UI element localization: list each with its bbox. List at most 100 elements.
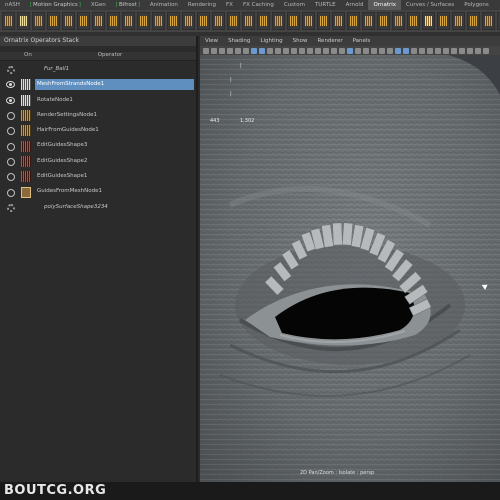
shelf-tab[interactable]: Polygons	[459, 0, 493, 10]
shelf-tool-button[interactable]	[482, 12, 495, 30]
viewport-tool-icon[interactable]	[419, 47, 425, 54]
viewport-tool-icon[interactable]	[451, 47, 457, 54]
viewport-tool-icon[interactable]	[283, 47, 289, 54]
viewport-menu-item[interactable]: View	[200, 38, 223, 44]
viewport-tool-icon[interactable]	[459, 47, 465, 54]
operator-row[interactable]: MeshFromStrandsNode1	[0, 77, 196, 92]
shelf-tool-button[interactable]	[47, 12, 60, 30]
viewport-tool-icon[interactable]	[363, 47, 369, 54]
shelf-tool-button[interactable]	[257, 12, 270, 30]
shelf-tab[interactable]: Animation	[145, 0, 183, 10]
shelf-tool-button[interactable]	[17, 12, 30, 30]
operator-toggle[interactable]	[0, 108, 20, 123]
viewport-tool-icon[interactable]	[331, 47, 337, 54]
shelf-tab[interactable]: TURTLE	[310, 0, 341, 10]
shelf-tab[interactable]: Rendering	[183, 0, 221, 10]
shelf-tool-button[interactable]	[212, 12, 225, 30]
viewport-tool-icon[interactable]	[219, 47, 225, 54]
shelf-tab[interactable]: Bifrost	[111, 0, 145, 10]
shelf-tool-button[interactable]	[407, 12, 420, 30]
viewport-tool-icon[interactable]	[411, 47, 417, 54]
operator-row[interactable]: polySurfaceShape3234	[0, 200, 196, 215]
shelf-tool-button[interactable]	[167, 12, 180, 30]
shelf-tool-button[interactable]	[197, 12, 210, 30]
shelf-tool-button[interactable]	[272, 12, 285, 30]
shelf-tool-button[interactable]	[182, 12, 195, 30]
shelf-tab[interactable]: XGen	[86, 0, 111, 10]
viewport-tool-icon[interactable]	[347, 47, 353, 54]
shelf-tool-button[interactable]	[452, 12, 465, 30]
viewport-tool-icon[interactable]	[443, 47, 449, 54]
viewport-menu-item[interactable]: Shading	[223, 38, 255, 44]
operator-row[interactable]: Fur_Ball1	[0, 62, 196, 77]
operator-toggle[interactable]	[0, 77, 20, 92]
operator-row[interactable]: HairFromGuidesNode1	[0, 123, 196, 138]
shelf-tab[interactable]: Custom	[279, 0, 310, 10]
shelf-tool-button[interactable]	[287, 12, 300, 30]
viewport-tool-icon[interactable]	[475, 47, 481, 54]
viewport-tool-icon[interactable]	[251, 47, 257, 54]
operator-toggle[interactable]	[0, 62, 20, 77]
viewport-tool-icon[interactable]	[403, 47, 409, 54]
shelf-tool-button[interactable]	[242, 12, 255, 30]
operator-toggle[interactable]	[0, 139, 20, 154]
shelf-tab[interactable]: FX Caching	[238, 0, 279, 10]
shelf-tool-button[interactable]	[362, 12, 375, 30]
shelf-tool-button[interactable]	[2, 12, 15, 30]
viewport-tool-icon[interactable]	[259, 47, 265, 54]
viewport-tool-icon[interactable]	[211, 47, 217, 54]
viewport-tool-icon[interactable]	[395, 47, 401, 54]
operator-toggle[interactable]	[0, 93, 20, 108]
viewport-tool-icon[interactable]	[427, 47, 433, 54]
shelf-tool-button[interactable]	[422, 12, 435, 30]
operator-row[interactable]: EditGuidesShape2	[0, 154, 196, 169]
shelf-tool-button[interactable]	[152, 12, 165, 30]
viewport-tool-icon[interactable]	[379, 47, 385, 54]
operator-toggle[interactable]	[0, 200, 20, 215]
viewport-menu-item[interactable]: Show	[288, 38, 313, 44]
shelf-tool-button[interactable]	[107, 12, 120, 30]
viewport-tool-icon[interactable]	[235, 47, 241, 54]
shelf-tab[interactable]: Ornatrix	[368, 0, 402, 10]
viewport-tool-icon[interactable]	[483, 47, 489, 54]
viewport-tool-icon[interactable]	[203, 47, 209, 54]
viewport-tool-icon[interactable]	[291, 47, 297, 54]
shelf-tool-button[interactable]	[92, 12, 105, 30]
viewport-tool-icon[interactable]	[339, 47, 345, 54]
shelf-tool-button[interactable]	[137, 12, 150, 30]
viewport-tool-icon[interactable]	[243, 47, 249, 54]
shelf-tool-button[interactable]	[347, 12, 360, 30]
viewport-tool-icon[interactable]	[387, 47, 393, 54]
viewport-tool-icon[interactable]	[323, 47, 329, 54]
shelf-tool-button[interactable]	[317, 12, 330, 30]
operator-row[interactable]: RenderSettingsNode1	[0, 108, 196, 123]
viewport[interactable]: | | | 443 1,302 2D Pan/Zoom : Isolate : …	[200, 55, 500, 482]
operator-row[interactable]: RotateNode1	[0, 93, 196, 108]
shelf-tool-button[interactable]	[332, 12, 345, 30]
shelf-tool-button[interactable]	[122, 12, 135, 30]
viewport-tool-icon[interactable]	[299, 47, 305, 54]
shelf-tool-button[interactable]	[467, 12, 480, 30]
viewport-tool-icon[interactable]	[267, 47, 273, 54]
shelf-tab[interactable]: Curves / Surfaces	[401, 0, 459, 10]
shelf-tab[interactable]: nASH	[0, 0, 25, 10]
operator-row[interactable]: GuidesFromMeshNode1	[0, 184, 196, 199]
shelf-tool-button[interactable]	[32, 12, 45, 30]
shelf-tool-button[interactable]	[62, 12, 75, 30]
viewport-tool-icon[interactable]	[371, 47, 377, 54]
operator-row[interactable]: EditGuidesShape1	[0, 169, 196, 184]
viewport-tool-icon[interactable]	[355, 47, 361, 54]
operator-toggle[interactable]	[0, 123, 20, 138]
shelf-tab[interactable]: Arnold	[341, 0, 369, 10]
viewport-tool-icon[interactable]	[467, 47, 473, 54]
viewport-tool-icon[interactable]	[275, 47, 281, 54]
shelf-tool-button[interactable]	[377, 12, 390, 30]
shelf-tool-button[interactable]	[227, 12, 240, 30]
viewport-tool-icon[interactable]	[315, 47, 321, 54]
operator-toggle[interactable]	[0, 154, 20, 169]
viewport-menu-item[interactable]: Lighting	[255, 38, 287, 44]
shelf-tab[interactable]: FX	[221, 0, 238, 10]
shelf-tool-button[interactable]	[302, 12, 315, 30]
viewport-tool-icon[interactable]	[307, 47, 313, 54]
viewport-menu-item[interactable]: Panels	[348, 38, 376, 44]
